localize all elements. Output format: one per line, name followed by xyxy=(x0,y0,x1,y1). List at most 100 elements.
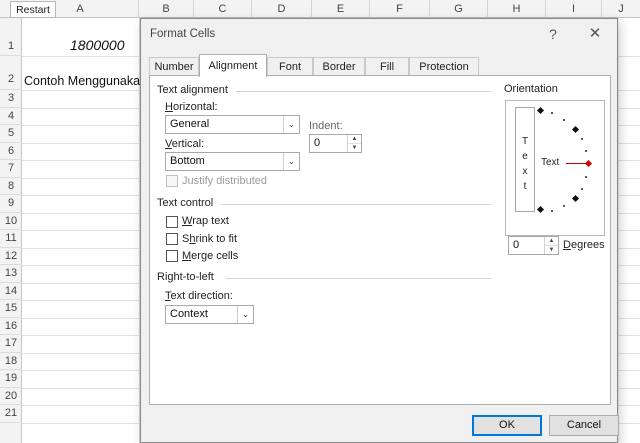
row-header-2[interactable]: 2 xyxy=(0,56,22,90)
spinner-buttons: ▲ ▼ xyxy=(347,135,361,152)
row-header-14[interactable]: 14 xyxy=(0,283,22,300)
vertical-text-char: x xyxy=(522,166,528,177)
column-header-e[interactable]: E xyxy=(312,0,370,18)
angle-dot xyxy=(551,112,553,114)
row-header-7[interactable]: 7 xyxy=(0,160,22,178)
vertical-text-char: t xyxy=(523,181,527,192)
row-header-8[interactable]: 8 xyxy=(0,178,22,195)
alignment-panel: Text alignment Horizontal: General ⌄ Ver… xyxy=(149,75,611,405)
tab-number[interactable]: Number xyxy=(149,57,199,76)
row-header-20[interactable]: 20 xyxy=(0,388,22,405)
row-header-9[interactable]: 9 xyxy=(0,195,22,213)
angle-marker xyxy=(536,205,545,214)
wrap-text-checkbox[interactable] xyxy=(166,216,178,228)
angle-marker xyxy=(571,125,580,134)
angle-dot xyxy=(585,150,587,152)
spin-down-icon[interactable]: ▼ xyxy=(545,246,558,255)
tab-fill[interactable]: Fill xyxy=(365,57,409,76)
column-header-c[interactable]: C xyxy=(194,0,252,18)
row-header-13[interactable]: 13 xyxy=(0,265,22,283)
vertical-text-char: e xyxy=(522,151,528,162)
column-header-j[interactable]: J xyxy=(602,0,640,18)
row-header-11[interactable]: 11 xyxy=(0,230,22,248)
wrap-text-label: Wrap text xyxy=(182,215,229,227)
justify-distributed-label: Justify distributed xyxy=(182,175,267,187)
column-header-bar: Restart A B C D E F G H I J xyxy=(0,0,640,18)
row-header-6[interactable]: 6 xyxy=(0,143,22,160)
right-to-left-heading: Right-to-left xyxy=(157,271,214,283)
shrink-to-fit-label: Shrink to fit xyxy=(182,233,238,245)
row-header-1[interactable]: 1 xyxy=(0,18,22,56)
text-direction-select[interactable]: Context ⌄ xyxy=(165,305,254,324)
text-direction-label: Text direction: xyxy=(165,290,233,302)
vertical-text-button[interactable]: T e x t xyxy=(515,107,535,212)
vertical-text-char: T xyxy=(521,136,529,147)
angle-dot xyxy=(581,188,583,190)
row-header-18[interactable]: 18 xyxy=(0,353,22,370)
row-header-15[interactable]: 15 xyxy=(0,300,22,318)
column-header-g[interactable]: G xyxy=(430,0,488,18)
indent-value: 0 xyxy=(314,137,321,149)
cell-a1[interactable]: 1800000 xyxy=(70,37,125,53)
degrees-spinner[interactable]: 0 ▲ ▼ xyxy=(508,236,559,255)
tab-font[interactable]: Font xyxy=(267,57,313,76)
row-header-5[interactable]: 5 xyxy=(0,125,22,143)
row-header-16[interactable]: 16 xyxy=(0,318,22,335)
spin-up-icon[interactable]: ▲ xyxy=(545,237,558,246)
angle-marker xyxy=(571,194,580,203)
degrees-value: 0 xyxy=(513,239,520,251)
tab-alignment[interactable]: Alignment xyxy=(199,54,267,77)
horizontal-label: Horizontal: xyxy=(165,101,218,113)
column-header-b[interactable]: B xyxy=(139,0,194,18)
row-header-21[interactable]: 21 xyxy=(0,405,22,423)
chevron-down-icon: ⌄ xyxy=(237,306,253,323)
row-header-12[interactable]: 12 xyxy=(0,248,22,265)
angle-dot xyxy=(551,210,553,212)
angle-dot xyxy=(563,119,565,121)
indent-label: Indent: xyxy=(309,120,343,132)
dialog-title: Format Cells xyxy=(150,28,216,40)
close-button[interactable]: ✕ xyxy=(585,25,605,43)
spin-up-icon[interactable]: ▲ xyxy=(348,135,361,144)
text-alignment-heading: Text alignment xyxy=(157,84,228,96)
horizontal-select[interactable]: General ⌄ xyxy=(165,115,300,134)
merge-cells-label: Merge cells xyxy=(182,250,239,262)
orientation-handle[interactable] xyxy=(584,159,593,168)
cancel-button[interactable]: Cancel xyxy=(549,415,619,436)
row-header-4[interactable]: 4 xyxy=(0,108,22,125)
indent-spinner[interactable]: 0 ▲ ▼ xyxy=(309,134,362,153)
help-button[interactable]: ? xyxy=(543,25,563,43)
format-cells-dialog: Format Cells ? ✕ Number Alignment Font B… xyxy=(140,18,619,443)
section-divider xyxy=(226,278,491,279)
row-header-10[interactable]: 10 xyxy=(0,213,22,230)
column-header-d[interactable]: D xyxy=(252,0,312,18)
section-divider xyxy=(236,91,491,92)
column-header-a[interactable]: A xyxy=(22,0,139,18)
tab-protection[interactable]: Protection xyxy=(409,57,479,76)
orientation-heading: Orientation xyxy=(504,83,558,95)
chevron-down-icon: ⌄ xyxy=(283,153,299,170)
angle-marker xyxy=(536,106,545,115)
vertical-value: Bottom xyxy=(170,155,205,167)
row-header-3[interactable]: 3 xyxy=(0,90,22,108)
column-header-f[interactable]: F xyxy=(370,0,430,18)
orientation-box: T e x t Text xyxy=(505,100,605,236)
horizontal-value: General xyxy=(170,118,210,130)
ok-button[interactable]: OK xyxy=(472,415,542,436)
row-header-19[interactable]: 19 xyxy=(0,370,22,388)
vertical-select[interactable]: Bottom ⌄ xyxy=(165,152,300,171)
shrink-to-fit-checkbox[interactable] xyxy=(166,233,178,245)
cell-a2[interactable]: Contoh Menggunakan xyxy=(24,74,147,88)
row-header-17[interactable]: 17 xyxy=(0,335,22,353)
justify-distributed-checkbox[interactable] xyxy=(166,175,178,187)
angle-dot xyxy=(585,176,587,178)
vertical-label: Vertical: xyxy=(165,138,205,150)
orientation-dial[interactable]: Text xyxy=(536,106,594,214)
column-header-i[interactable]: I xyxy=(546,0,602,18)
angle-dot xyxy=(563,205,565,207)
tab-border[interactable]: Border xyxy=(313,57,365,76)
merge-cells-checkbox[interactable] xyxy=(166,250,178,262)
column-header-h[interactable]: H xyxy=(488,0,546,18)
text-control-heading: Text control xyxy=(157,197,214,209)
spin-down-icon[interactable]: ▼ xyxy=(348,144,361,153)
